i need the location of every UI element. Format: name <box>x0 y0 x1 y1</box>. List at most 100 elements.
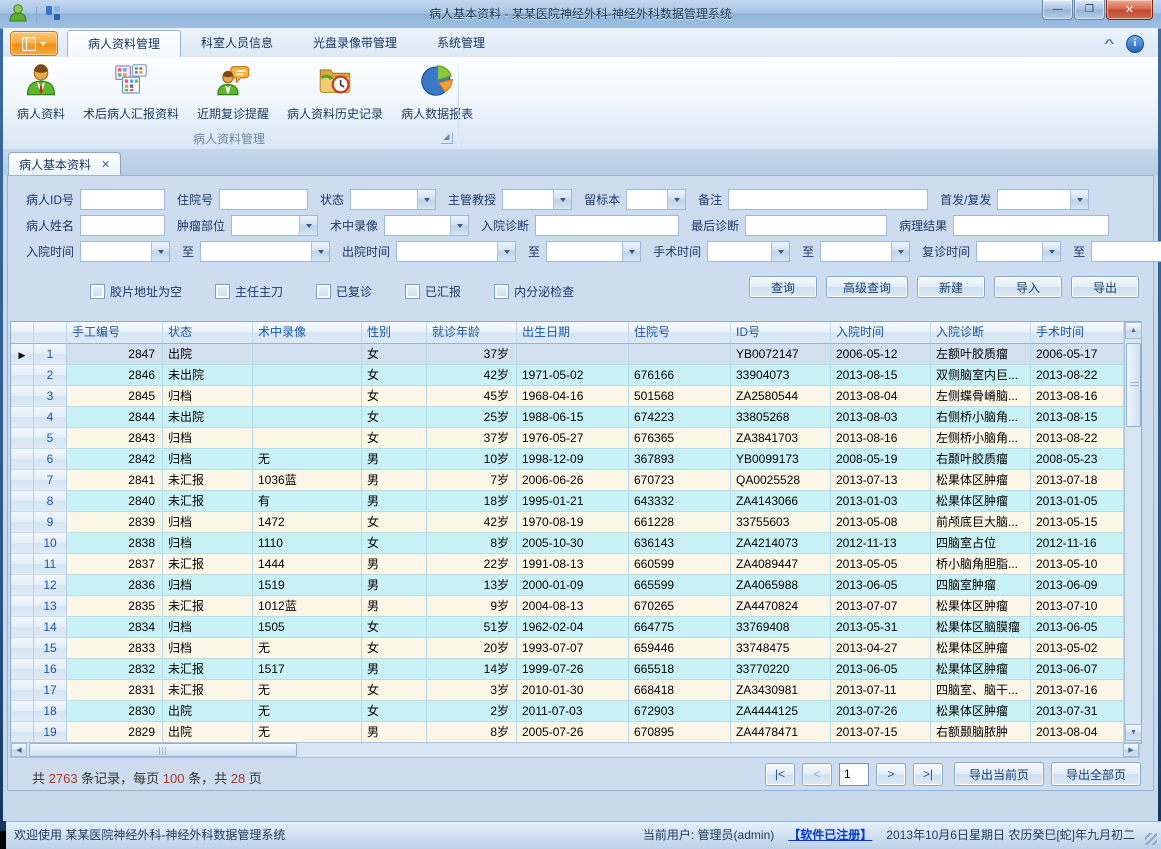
grid-cell[interactable]: 1036蓝 <box>253 470 362 491</box>
grid-row[interactable]: 82840未汇报有男18岁1995-01-21643332ZA414306620… <box>11 491 1141 512</box>
grid-cell[interactable]: 2006-06-26 <box>517 470 629 491</box>
filter-input-row2-1[interactable] <box>80 215 165 236</box>
grid-cell[interactable]: 2833 <box>67 638 163 659</box>
grid-cell[interactable]: 男 <box>362 659 427 680</box>
grid-cell[interactable]: 男 <box>362 470 427 491</box>
grid-cell[interactable] <box>629 344 731 365</box>
filter-combo-row3-8[interactable] <box>1091 241 1161 262</box>
filter-combo-row3-6[interactable] <box>820 241 910 262</box>
grid-cell[interactable]: 未汇报 <box>163 680 253 701</box>
grid-row[interactable]: 112837未汇报1444男22岁1991-08-13660599ZA40894… <box>11 554 1141 575</box>
grid-row[interactable]: 22846未出院女42岁1971-05-02676166339040732013… <box>11 365 1141 386</box>
grid-cell[interactable]: 无 <box>253 722 362 743</box>
ribbon-tab-3[interactable]: 光盘录像带管理 <box>293 30 417 57</box>
filter-combo-row2-2[interactable] <box>231 215 318 236</box>
filter-combo-row3-7[interactable] <box>976 241 1061 262</box>
grid-cell[interactable]: 2013-08-16 <box>1031 386 1124 407</box>
grid-cell[interactable]: 3岁 <box>427 680 517 701</box>
grid-cell[interactable]: 18岁 <box>427 491 517 512</box>
filter-checkbox-3[interactable]: 已复诊 <box>316 283 372 300</box>
grid-cell[interactable]: 左额叶胶质瘤 <box>931 344 1031 365</box>
grid-cell[interactable]: 1998-12-09 <box>517 449 629 470</box>
dropdown-arrow-icon[interactable] <box>771 242 789 261</box>
filter-combo-row1-5[interactable] <box>626 189 686 210</box>
grid-cell[interactable]: 2832 <box>67 659 163 680</box>
grid-cell[interactable]: 2013-08-22 <box>1031 428 1124 449</box>
last-page-button[interactable]: >| <box>913 763 943 786</box>
grid-cell[interactable]: 1519 <box>253 575 362 596</box>
grid-cell[interactable]: 668418 <box>629 680 731 701</box>
grid-cell[interactable]: 松果体区脑膜瘤 <box>931 617 1031 638</box>
prev-page-button[interactable]: < <box>802 763 832 786</box>
dropdown-arrow-icon[interactable] <box>891 242 909 261</box>
filter-checkbox-5[interactable]: 内分泌检查 <box>494 283 574 300</box>
grid-cell[interactable]: ZA4478471 <box>731 722 831 743</box>
grid-cell[interactable]: 松果体区肿瘤 <box>931 638 1031 659</box>
grid-cell[interactable]: 1110 <box>253 533 362 554</box>
grid-cell[interactable]: 1995-01-21 <box>517 491 629 512</box>
grid-cell[interactable]: 2831 <box>67 680 163 701</box>
filter-combo-row3-4[interactable] <box>546 241 641 262</box>
grid-cell[interactable]: 1991-08-13 <box>517 554 629 575</box>
grid-row[interactable]: 42844未出院女25岁1988-06-15674223338052682013… <box>11 407 1141 428</box>
dropdown-arrow-icon[interactable] <box>450 216 468 235</box>
grid-cell[interactable]: 2006-05-17 <box>1031 344 1124 365</box>
grid-cell[interactable]: 2013-07-07 <box>831 596 931 617</box>
maximize-button[interactable]: ❐ <box>1074 0 1105 20</box>
grid-row[interactable]: 102838归档1110女8岁2005-10-30636143ZA4214073… <box>11 533 1141 554</box>
filter-combo-row3-2[interactable] <box>200 241 330 262</box>
grid-cell[interactable]: 676166 <box>629 365 731 386</box>
grid-cell[interactable]: 出院 <box>163 344 253 365</box>
scroll-up-icon[interactable]: ▲ <box>1125 322 1142 339</box>
ribbon-button-1[interactable]: 病人资料 <box>8 60 74 130</box>
grid-cell[interactable]: 45岁 <box>427 386 517 407</box>
grid-cell[interactable]: 660599 <box>629 554 731 575</box>
grid-cell[interactable]: 2000-01-09 <box>517 575 629 596</box>
grid-cell[interactable]: 37岁 <box>427 428 517 449</box>
filter-combo-row3-5[interactable] <box>707 241 790 262</box>
grid-cell[interactable]: 367893 <box>629 449 731 470</box>
grid-cell[interactable]: 2013-01-03 <box>831 491 931 512</box>
grid-row[interactable]: 182830出院无女2岁2011-07-03672903ZA4444125201… <box>11 701 1141 722</box>
grid-cell[interactable]: 672903 <box>629 701 731 722</box>
ribbon-tab-4[interactable]: 系统管理 <box>417 30 505 57</box>
grid-cell[interactable]: 33770220 <box>731 659 831 680</box>
grid-cell[interactable]: QA0025528 <box>731 470 831 491</box>
grid-header-8[interactable]: ID号 <box>731 322 831 344</box>
grid-row[interactable]: 142834归档1505女51岁1962-02-0466477533769408… <box>11 617 1141 638</box>
grid-cell[interactable]: 2013-07-31 <box>1031 701 1124 722</box>
grid-cell[interactable]: 女 <box>362 680 427 701</box>
grid-cell[interactable] <box>253 365 362 386</box>
grid-cell[interactable]: 1988-06-15 <box>517 407 629 428</box>
grid-cell[interactable]: 右额颞脑脓肿 <box>931 722 1031 743</box>
grid-cell[interactable]: 33755603 <box>731 512 831 533</box>
grid-cell[interactable]: 2829 <box>67 722 163 743</box>
new-button[interactable]: 新建 <box>917 276 985 298</box>
grid-cell[interactable]: 2845 <box>67 386 163 407</box>
grid-row[interactable]: 92839归档1472女42岁1970-08-19661228337556032… <box>11 512 1141 533</box>
grid-cell[interactable]: 1971-05-02 <box>517 365 629 386</box>
grid-cell[interactable]: 9岁 <box>427 596 517 617</box>
grid-cell[interactable]: 2013-05-05 <box>831 554 931 575</box>
grid-cell[interactable]: 25岁 <box>427 407 517 428</box>
grid-row[interactable]: ▶12847出院女37岁YB00721472006-05-12左额叶胶质瘤200… <box>11 344 1141 365</box>
grid-cell[interactable]: 33904073 <box>731 365 831 386</box>
grid-cell[interactable]: 1993-07-07 <box>517 638 629 659</box>
grid-cell[interactable] <box>253 344 362 365</box>
grid-cell[interactable]: 2013-05-02 <box>1031 638 1124 659</box>
grid-cell[interactable]: 2013-07-15 <box>831 722 931 743</box>
dropdown-arrow-icon[interactable] <box>1042 242 1060 261</box>
grid-cell[interactable]: 女 <box>362 617 427 638</box>
grid-cell[interactable]: 左侧蝶骨嵴脑... <box>931 386 1031 407</box>
grid-cell[interactable]: 2012-11-16 <box>1031 533 1124 554</box>
grid-cell[interactable]: 双侧脑室内巨... <box>931 365 1031 386</box>
minimize-button[interactable]: — <box>1042 0 1073 20</box>
grid-cell[interactable]: 2013-07-18 <box>1031 470 1124 491</box>
ribbon-button-2[interactable]: 术后病人汇报资料 <box>74 60 188 130</box>
grid-cell[interactable]: 无 <box>253 680 362 701</box>
grid-cell[interactable]: 661228 <box>629 512 731 533</box>
grid-cell[interactable]: 2008-05-19 <box>831 449 931 470</box>
grid-cell[interactable]: 37岁 <box>427 344 517 365</box>
grid-header-10[interactable]: 入院诊断 <box>931 322 1031 344</box>
grid-cell[interactable]: 男 <box>362 722 427 743</box>
